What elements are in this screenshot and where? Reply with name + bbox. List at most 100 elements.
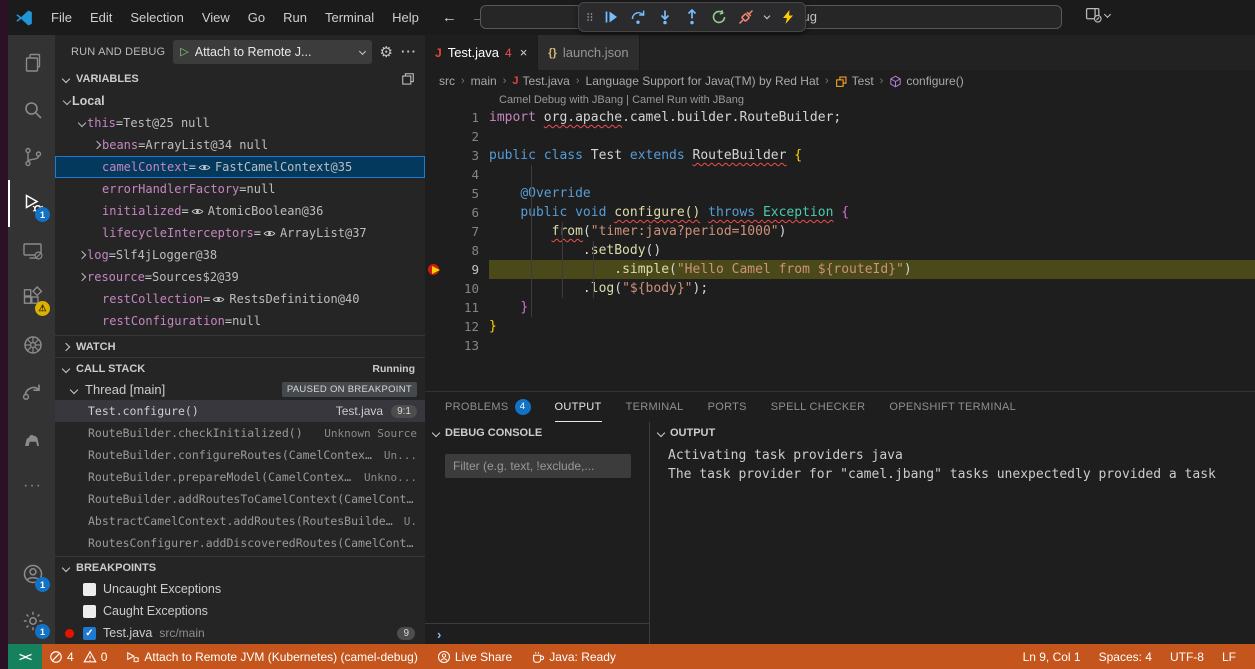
- activity-accounts[interactable]: 1: [8, 550, 55, 597]
- breakpoint-zone[interactable]: [425, 127, 447, 146]
- status-live-share[interactable]: Live Share: [430, 650, 524, 664]
- variable-row[interactable]: Local: [55, 90, 425, 112]
- continue-icon[interactable]: [599, 5, 623, 29]
- variable-row[interactable]: initialized = AtomicBoolean@36: [55, 200, 425, 222]
- tab-test-java[interactable]: JTest.java4×: [425, 35, 538, 70]
- code-text[interactable]: [489, 127, 1255, 146]
- code-line-3[interactable]: 3public class Test extends RouteBuilder …: [425, 146, 1255, 165]
- status-java-status[interactable]: Java: Ready: [524, 650, 628, 664]
- panel-tab-output[interactable]: OUTPUT: [555, 392, 602, 422]
- breadcrumb-item[interactable]: main: [471, 74, 497, 88]
- activity-explorer[interactable]: [8, 39, 55, 86]
- code-line-5[interactable]: 5 @Override: [425, 184, 1255, 203]
- lazy-eval-eye-icon[interactable]: [191, 205, 204, 218]
- breadcrumb-item[interactable]: src: [439, 74, 455, 88]
- breadcrumb-item[interactable]: JTest.java: [512, 74, 569, 88]
- gutter[interactable]: 9: [425, 260, 489, 279]
- panel-tab-openshift-terminal[interactable]: OPENSHIFT TERMINAL: [889, 392, 1016, 422]
- breakpoint-row[interactable]: Caught Exceptions: [55, 600, 425, 622]
- code-line-9[interactable]: 9 .simple("Hello Camel from ${routeId}"): [425, 260, 1255, 279]
- breakpoint-zone[interactable]: [425, 279, 447, 298]
- codelens-actions[interactable]: Camel Debug with JBang | Camel Run with …: [425, 92, 1255, 108]
- lazy-eval-eye-icon[interactable]: [198, 161, 211, 174]
- lazy-eval-eye-icon[interactable]: [263, 227, 276, 240]
- breakpoint-zone[interactable]: [425, 317, 447, 336]
- panel-tab-terminal[interactable]: TERMINAL: [626, 392, 684, 422]
- code-text[interactable]: public void configure() throws Exception…: [489, 203, 1255, 222]
- debug-settings-gear-icon[interactable]: ⚙: [380, 43, 393, 61]
- stack-frame[interactable]: RouteBuilder.checkInitialized()Unknown S…: [55, 422, 425, 444]
- remote-indicator[interactable]: ><: [8, 644, 42, 669]
- code-line-12[interactable]: 12}: [425, 317, 1255, 336]
- status-eol[interactable]: LF: [1213, 650, 1245, 664]
- panel-tab-spell-checker[interactable]: SPELL CHECKER: [771, 392, 866, 422]
- more-actions-icon[interactable]: ···: [401, 44, 417, 59]
- current-breakpoint-icon[interactable]: [425, 260, 447, 279]
- gutter[interactable]: 7: [425, 222, 489, 241]
- breakpoint-row[interactable]: Uncaught Exceptions: [55, 578, 425, 600]
- code-line-8[interactable]: 8 .setBody(): [425, 241, 1255, 260]
- breakpoint-row[interactable]: ✓Test.javasrc/main9: [55, 622, 425, 644]
- variable-row[interactable]: camelContext = FastCamelContext@35: [55, 156, 425, 178]
- restart-icon[interactable]: [707, 5, 731, 29]
- gutter[interactable]: 11: [425, 298, 489, 317]
- breadcrumb[interactable]: src›main›JTest.java›Language Support for…: [425, 70, 1255, 92]
- code-text[interactable]: public class Test extends RouteBuilder {: [489, 146, 1255, 165]
- stack-frame[interactable]: AbstractCamelContext.addRoutes(RoutesBui…: [55, 510, 425, 532]
- gutter[interactable]: 2: [425, 127, 489, 146]
- call-stack-section-header[interactable]: CALL STACK Running: [55, 357, 425, 379]
- code-line-6[interactable]: 6 public void configure() throws Excepti…: [425, 203, 1255, 222]
- variable-row[interactable]: restCollection = RestsDefinition@40: [55, 288, 425, 310]
- breadcrumb-item[interactable]: configure(): [889, 74, 963, 88]
- code-text[interactable]: from("timer:java?period=1000"): [489, 222, 1255, 241]
- gutter[interactable]: 5: [425, 184, 489, 203]
- menu-go[interactable]: Go: [239, 6, 274, 29]
- step-over-icon[interactable]: [626, 5, 650, 29]
- status-problems-summary[interactable]: 40: [42, 650, 119, 664]
- breakpoints-section-header[interactable]: BREAKPOINTS: [55, 556, 425, 578]
- chevron-right-icon[interactable]: [76, 274, 87, 280]
- activity-remote-explorer[interactable]: [8, 227, 55, 274]
- stack-frame[interactable]: RoutesConfigurer.addDiscoveredRoutes(Cam…: [55, 532, 425, 552]
- chevron-down-icon[interactable]: [61, 98, 72, 104]
- code-line-4[interactable]: 4: [425, 165, 1255, 184]
- gutter[interactable]: 12: [425, 317, 489, 336]
- menu-run[interactable]: Run: [274, 6, 316, 29]
- code-text[interactable]: .log("${body}");: [489, 279, 1255, 298]
- gutter[interactable]: 10: [425, 279, 489, 298]
- code-line-7[interactable]: 7 from("timer:java?period=1000"): [425, 222, 1255, 241]
- menu-selection[interactable]: Selection: [121, 6, 192, 29]
- activity-openshift[interactable]: [8, 368, 55, 415]
- activity-kubernetes[interactable]: [8, 321, 55, 368]
- stack-frame[interactable]: RouteBuilder.prepareModel(CamelContext)U…: [55, 466, 425, 488]
- stack-frame[interactable]: Test.configure()Test.java9:1: [55, 400, 425, 422]
- code-text[interactable]: }: [489, 298, 1255, 317]
- code-editor[interactable]: Camel Debug with JBang | Camel Run with …: [425, 92, 1255, 391]
- menu-edit[interactable]: Edit: [81, 6, 121, 29]
- code-line-2[interactable]: 2: [425, 127, 1255, 146]
- breakpoint-zone[interactable]: [425, 298, 447, 317]
- activity-extensions[interactable]: ⚠: [8, 274, 55, 321]
- status-debug-session[interactable]: Attach to Remote JVM (Kubernetes) (camel…: [119, 650, 429, 664]
- breadcrumb-item[interactable]: Test: [835, 74, 874, 88]
- close-icon[interactable]: ×: [520, 45, 528, 60]
- variables-section-header[interactable]: VARIABLES: [55, 68, 425, 90]
- gutter[interactable]: 3: [425, 146, 489, 165]
- status-cursor-position[interactable]: Ln 9, Col 1: [1014, 650, 1090, 664]
- hot-code-replace-icon[interactable]: [776, 5, 800, 29]
- code-text[interactable]: .simple("Hello Camel from ${routeId}"): [489, 260, 1255, 279]
- code-text[interactable]: [489, 165, 1255, 184]
- step-into-icon[interactable]: [653, 5, 677, 29]
- layout-control[interactable]: [1085, 6, 1110, 23]
- breakpoint-zone[interactable]: [425, 203, 447, 222]
- copy-value-icon[interactable]: [401, 72, 415, 86]
- code-text[interactable]: @Override: [489, 184, 1255, 203]
- breakpoint-zone[interactable]: [425, 336, 447, 355]
- step-out-icon[interactable]: [680, 5, 704, 29]
- gutter[interactable]: 8: [425, 241, 489, 260]
- thread-row[interactable]: Thread [main] PAUSED ON BREAKPOINT: [55, 379, 425, 400]
- menu-terminal[interactable]: Terminal: [316, 6, 383, 29]
- variable-row[interactable]: this = Test@25 null: [55, 112, 425, 134]
- activity-camel[interactable]: [8, 415, 55, 462]
- code-line-10[interactable]: 10 .log("${body}");: [425, 279, 1255, 298]
